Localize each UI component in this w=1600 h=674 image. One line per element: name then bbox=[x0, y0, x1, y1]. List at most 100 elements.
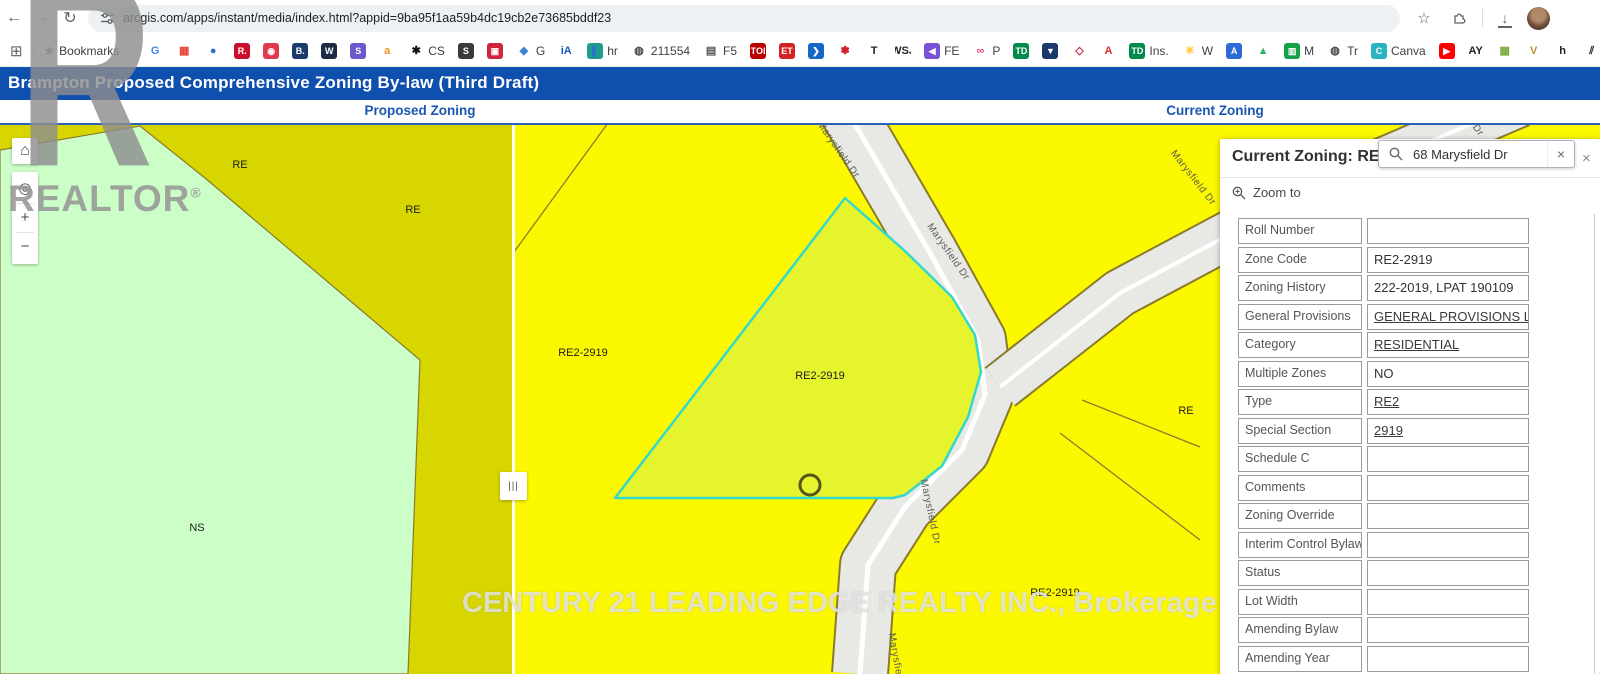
search-clear-icon[interactable]: × bbox=[1547, 141, 1574, 167]
search-input[interactable] bbox=[1411, 146, 1547, 163]
bookmark-item[interactable]: ✽ bbox=[837, 43, 853, 59]
bookmarks-divider bbox=[33, 42, 34, 60]
bookmark-label: F5 bbox=[723, 44, 737, 58]
panel-scrollbar[interactable] bbox=[1594, 214, 1595, 674]
bookmark-favicon: ▥ bbox=[1284, 43, 1300, 59]
bookmark-item[interactable]: ∞P bbox=[972, 43, 1000, 59]
bookmarks-folder[interactable]: ★ Bookmarks bbox=[44, 43, 120, 59]
bookmark-item[interactable]: WSJ bbox=[895, 43, 911, 59]
bookmark-item[interactable]: ● bbox=[205, 43, 221, 59]
bookmark-item[interactable]: a bbox=[379, 43, 395, 59]
reload-icon[interactable]: ↻ bbox=[56, 8, 84, 28]
bookmark-item[interactable]: ET bbox=[779, 43, 795, 59]
map-zoom-controls: ◎ + − bbox=[12, 172, 38, 264]
row-value-link[interactable]: RE2 bbox=[1367, 389, 1529, 415]
bookmark-item[interactable]: ⫽HT bbox=[1584, 43, 1600, 59]
bookmark-item[interactable]: TD bbox=[1013, 43, 1029, 59]
bookmark-item[interactable]: ◀FE bbox=[924, 43, 959, 59]
bookmark-item[interactable]: A bbox=[1226, 43, 1242, 59]
divider bbox=[16, 203, 34, 204]
zone-label: RE2-2919 bbox=[558, 347, 608, 359]
bookmark-item[interactable]: ◉ bbox=[263, 43, 279, 59]
bookmark-item[interactable]: ▌hr bbox=[587, 43, 618, 59]
bookmark-item[interactable]: ▼ bbox=[1042, 43, 1058, 59]
bookmark-item[interactable]: ▦ bbox=[176, 43, 192, 59]
bookmark-item[interactable]: ✱CS bbox=[408, 43, 445, 59]
address-search-box[interactable]: × bbox=[1378, 140, 1575, 168]
zoom-in-button[interactable]: + bbox=[12, 205, 38, 231]
bookmark-item[interactable]: B. bbox=[292, 43, 308, 59]
apps-grid-icon[interactable]: ⊞ bbox=[10, 42, 23, 60]
url-bar[interactable]: arcgis.com/apps/instant/media/index.html… bbox=[88, 5, 1400, 32]
bookmark-item[interactable]: iA bbox=[558, 43, 574, 59]
tab-current-zoning: Current Zoning bbox=[1105, 103, 1325, 118]
bookmark-label: G bbox=[536, 44, 545, 58]
bookmark-favicon: ▤ bbox=[703, 43, 719, 59]
bookmark-item[interactable]: ◇ bbox=[1071, 43, 1087, 59]
extensions-icon[interactable] bbox=[1452, 10, 1468, 26]
bookmark-item[interactable]: V bbox=[1526, 43, 1542, 59]
bookmark-item[interactable]: ❯ bbox=[808, 43, 824, 59]
bookmark-favicon: W bbox=[321, 43, 337, 59]
row-value bbox=[1367, 617, 1529, 643]
bookmark-item[interactable]: TDIns. bbox=[1129, 43, 1168, 59]
zoom-magnifier-icon bbox=[1232, 186, 1246, 200]
panel-close-icon[interactable]: × bbox=[1582, 150, 1591, 167]
row-value-link[interactable]: 2919 bbox=[1367, 418, 1529, 444]
search-icon bbox=[1389, 147, 1403, 161]
home-button[interactable]: ⌂ bbox=[12, 138, 38, 164]
bookmark-item[interactable]: ▲ bbox=[1255, 43, 1271, 59]
bookmark-item[interactable]: h bbox=[1555, 43, 1571, 59]
bookmark-item[interactable]: ✳W bbox=[1182, 43, 1213, 59]
bookmark-favicon: a bbox=[379, 43, 395, 59]
table-row: Zoning History222-2019, LPAT 190109 bbox=[1238, 275, 1529, 301]
bookmark-favicon: TD bbox=[1129, 43, 1145, 59]
bookmark-item[interactable]: W bbox=[321, 43, 337, 59]
toolbar-divider bbox=[1482, 9, 1483, 27]
row-label: Interim Control Bylaw bbox=[1238, 532, 1362, 558]
profile-avatar[interactable] bbox=[1527, 7, 1550, 30]
bookmark-item[interactable]: S bbox=[458, 43, 474, 59]
bookmark-label: 211554 bbox=[651, 44, 690, 58]
bookmark-item[interactable]: ▶ bbox=[1439, 43, 1455, 59]
back-icon[interactable]: ← bbox=[0, 9, 28, 27]
downloads-icon[interactable]: ↓ bbox=[1497, 10, 1513, 26]
row-value-link[interactable]: GENERAL PROVISIONS LINK bbox=[1367, 304, 1529, 330]
table-row: Lot Width bbox=[1238, 589, 1529, 615]
bookmark-item[interactable]: ▥M bbox=[1284, 43, 1314, 59]
locate-icon[interactable]: ◎ bbox=[12, 176, 38, 202]
row-label: General Provisions bbox=[1238, 304, 1362, 330]
site-settings-icon[interactable] bbox=[100, 11, 115, 26]
bookmark-item[interactable]: ◍Tr bbox=[1327, 43, 1358, 59]
row-value: NO bbox=[1367, 361, 1529, 387]
bookmark-item[interactable]: ◍211554 bbox=[631, 43, 690, 59]
bookmark-star-icon[interactable]: ☆ bbox=[1410, 9, 1438, 27]
bookmark-item[interactable]: R. bbox=[234, 43, 250, 59]
bookmark-item[interactable]: T bbox=[866, 43, 882, 59]
zoom-out-button[interactable]: − bbox=[12, 234, 38, 260]
url-text: arcgis.com/apps/instant/media/index.html… bbox=[123, 11, 611, 25]
row-value bbox=[1367, 589, 1529, 615]
bookmark-item[interactable]: CCanva bbox=[1371, 43, 1426, 59]
bookmark-item[interactable]: AY bbox=[1468, 43, 1484, 59]
bookmark-label: M bbox=[1304, 44, 1314, 58]
bookmark-favicon: iA bbox=[558, 43, 574, 59]
bookmark-item[interactable]: TOI bbox=[750, 43, 766, 59]
row-value-link[interactable]: RESIDENTIAL bbox=[1367, 332, 1529, 358]
swipe-handle[interactable]: ||| bbox=[500, 472, 527, 500]
bookmark-item[interactable]: ◆G bbox=[516, 43, 545, 59]
bookmark-item[interactable]: ▦ bbox=[1497, 43, 1513, 59]
zoom-to-button[interactable]: Zoom to bbox=[1232, 185, 1301, 200]
bookmark-item[interactable]: A bbox=[1100, 43, 1116, 59]
bookmark-label: Canva bbox=[1391, 44, 1426, 58]
bookmark-item[interactable]: ▣ bbox=[487, 43, 503, 59]
bookmark-favicon: G bbox=[147, 43, 163, 59]
row-label: Multiple Zones bbox=[1238, 361, 1362, 387]
bookmark-favicon: TOI bbox=[750, 43, 766, 59]
bookmark-item[interactable]: S bbox=[350, 43, 366, 59]
bookmark-item[interactable]: ▤ F5 bbox=[703, 43, 737, 59]
swipe-divider[interactable] bbox=[512, 125, 515, 674]
bookmark-item[interactable]: G bbox=[147, 43, 163, 59]
bookmark-favicon: ▲ bbox=[1255, 43, 1271, 59]
forward-icon[interactable]: → bbox=[28, 9, 56, 27]
